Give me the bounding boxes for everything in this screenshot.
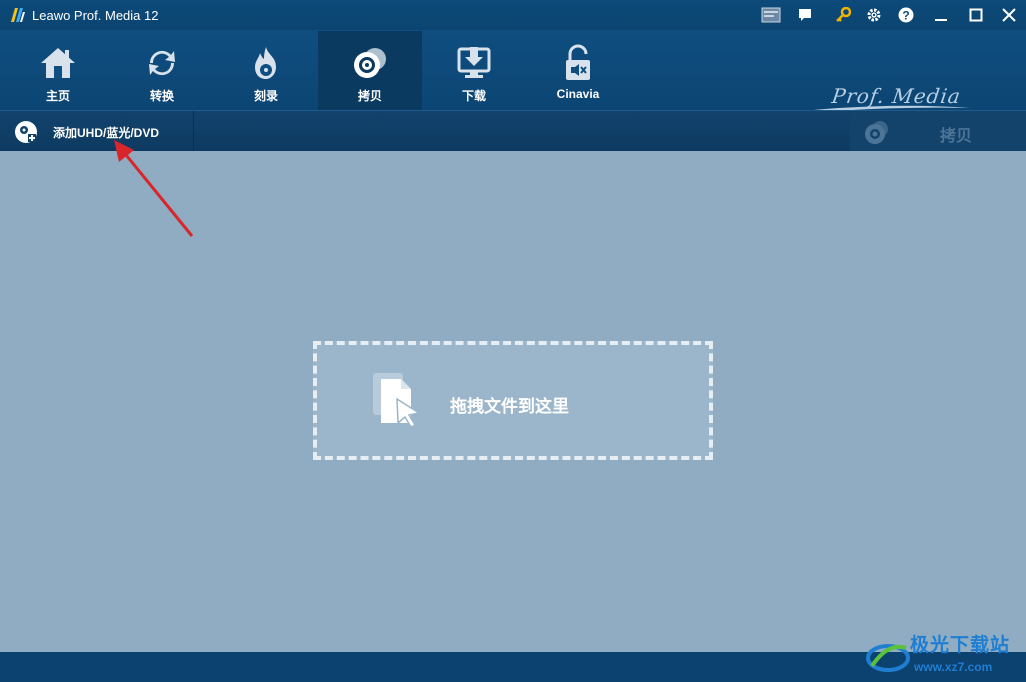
brand-text: Prof. Media xyxy=(830,84,963,108)
watermark: 极光下载站 www.xz7.com xyxy=(866,630,1026,682)
watermark-url: www.xz7.com xyxy=(914,660,993,674)
copy-disc-icon xyxy=(350,45,390,81)
download-icon xyxy=(454,45,494,81)
gear-icon[interactable] xyxy=(863,5,885,25)
chat-icon[interactable] xyxy=(794,5,816,25)
copy-button[interactable]: 拷贝 xyxy=(850,111,1026,151)
nav-item-copy[interactable]: 拷贝 xyxy=(318,31,422,110)
nav-item-download[interactable]: 下载 xyxy=(422,31,526,110)
title-bar: Leawo Prof. Media 12 ? xyxy=(0,0,1026,30)
toolbar: 添加UHD/蓝光/DVD 拷贝 xyxy=(0,110,1026,151)
nav-item-burn[interactable]: 刻录 xyxy=(214,31,318,110)
home-icon xyxy=(38,45,78,81)
add-disc-label: 添加UHD/蓝光/DVD xyxy=(53,126,160,140)
app-title: Leawo Prof. Media 12 xyxy=(32,8,159,23)
copy-disc-icon xyxy=(865,121,888,144)
svg-text:?: ? xyxy=(902,9,909,23)
close-icon[interactable] xyxy=(998,5,1020,25)
nav-item-home[interactable]: 主页 xyxy=(6,31,110,110)
burn-icon xyxy=(246,45,286,81)
nav-item-convert[interactable]: 转换 xyxy=(110,31,214,110)
watermark-title: 极光下载站 xyxy=(910,635,1011,656)
watermark-logo-icon xyxy=(866,644,910,672)
leawo-logo-icon xyxy=(11,8,25,22)
add-disc-icon xyxy=(15,121,37,143)
drop-zone[interactable]: 拖拽文件到这里 xyxy=(313,341,713,460)
copy-button-label: 拷贝 xyxy=(940,128,973,145)
nav-label: 拷贝 xyxy=(357,89,382,103)
nav-label: 刻录 xyxy=(253,89,278,103)
maximize-icon[interactable] xyxy=(965,5,987,25)
help-icon[interactable]: ? xyxy=(895,5,917,25)
nav-label: Cinavia xyxy=(556,87,600,101)
nav-item-cinavia[interactable]: Cinavia xyxy=(526,31,630,110)
nav-label: 下载 xyxy=(461,89,486,103)
screenshot-icon[interactable] xyxy=(760,5,782,25)
minimize-icon[interactable] xyxy=(930,5,952,25)
drag-file-icon xyxy=(373,373,421,428)
add-disc-button[interactable]: 添加UHD/蓝光/DVD xyxy=(0,111,194,151)
main-nav: 主页 转换 刻录 拷贝 下载 Cinavia Prof. Media xyxy=(0,30,1026,114)
workspace: 拖拽文件到这里 xyxy=(0,151,1026,652)
key-icon[interactable] xyxy=(832,5,854,25)
nav-label: 转换 xyxy=(149,89,174,103)
nav-label: 主页 xyxy=(45,89,70,103)
drop-zone-text: 拖拽文件到这里 xyxy=(450,397,569,416)
cinavia-unlock-icon xyxy=(558,44,598,81)
convert-icon xyxy=(142,45,182,81)
